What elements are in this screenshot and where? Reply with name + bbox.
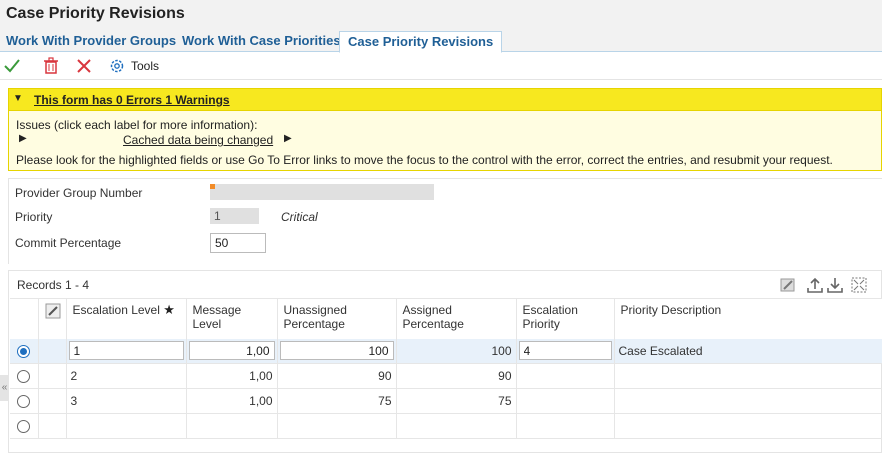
cancel-button[interactable] <box>75 57 93 77</box>
message-level-cell[interactable]: 1,00 <box>186 363 278 389</box>
issues-label: Issues (click each label for more inform… <box>16 118 258 132</box>
warning-panel: Issues (click each label for more inform… <box>8 111 882 171</box>
commit-percentage-input[interactable] <box>210 233 266 253</box>
escalation-level-input[interactable] <box>68 341 184 361</box>
escalation-level-cell[interactable]: 3 <box>66 388 187 414</box>
warning-header[interactable]: ▼ This form has 0 Errors 1 Warnings <box>8 88 882 111</box>
escalation-grid: Escalation Level ★ Message Level Unassig… <box>10 298 882 439</box>
grid-edit-button[interactable] <box>779 276 797 294</box>
priority-description-cell <box>614 413 882 439</box>
row-select-radio[interactable] <box>17 370 31 384</box>
escalation-level-cell[interactable] <box>66 413 187 439</box>
message-level-cell[interactable] <box>186 413 278 439</box>
tab-work-with-case-priorities[interactable]: Work With Case Priorities <box>182 32 341 52</box>
title-bar: Case Priority Revisions <box>0 0 882 30</box>
assigned-percentage-cell[interactable]: 90 <box>396 363 517 389</box>
download-icon <box>827 278 843 293</box>
trash-icon <box>44 57 58 74</box>
collapse-caret-icon[interactable]: ▼ <box>13 93 23 104</box>
column-header-escalation-level[interactable]: Escalation Level ★ <box>66 298 187 339</box>
column-header-assigned-percentage[interactable]: Assigned Percentage <box>396 298 517 339</box>
row-edit-column-header[interactable] <box>38 298 67 339</box>
table-row[interactable]: 100 Case Escalated <box>10 338 882 364</box>
gear-icon <box>110 59 124 73</box>
unassigned-percentage-cell[interactable] <box>277 413 397 439</box>
table-row[interactable]: 2 1,00 90 90 <box>10 363 882 389</box>
escalation-priority-cell[interactable] <box>516 388 615 414</box>
tools-label[interactable]: Tools <box>131 59 159 73</box>
row-select-radio[interactable] <box>17 344 31 358</box>
priority-label: Priority <box>15 210 53 224</box>
provider-group-field <box>210 184 434 200</box>
row-select-radio[interactable] <box>17 420 31 434</box>
column-header-priority-description[interactable]: Priority Description <box>614 298 882 339</box>
import-button[interactable] <box>826 276 844 294</box>
checkmark-icon <box>4 59 20 73</box>
fullscreen-button[interactable] <box>850 276 868 294</box>
warning-message: Please look for the highlighted fields o… <box>16 153 833 167</box>
grid-header-row: Escalation Level ★ Message Level Unassig… <box>10 298 882 339</box>
delete-button[interactable] <box>43 57 59 77</box>
expand-icon <box>851 277 867 293</box>
message-level-cell[interactable]: 1,00 <box>186 388 278 414</box>
column-header-message-level[interactable]: Message Level <box>186 298 278 339</box>
go-to-error-icon[interactable]: ▶ <box>284 133 292 144</box>
required-indicator <box>210 184 215 189</box>
row-select-radio[interactable] <box>17 395 31 409</box>
unassigned-percentage-input[interactable] <box>279 341 394 361</box>
tab-case-priority-revisions[interactable]: Case Priority Revisions <box>339 31 503 53</box>
escalation-priority-cell[interactable] <box>516 413 615 439</box>
unassigned-percentage-cell[interactable]: 90 <box>277 363 397 389</box>
tab-bar: Work With Provider Groups Work With Case… <box>0 30 882 53</box>
warning-summary[interactable]: This form has 0 Errors 1 Warnings <box>34 93 230 107</box>
assigned-percentage-cell[interactable] <box>396 413 517 439</box>
page-title: Case Priority Revisions <box>6 5 185 22</box>
assigned-percentage-cell[interactable]: 75 <box>396 388 517 414</box>
table-row[interactable]: 3 1,00 75 75 <box>10 388 882 414</box>
toolbar: Tools <box>0 53 882 80</box>
priority-description-cell <box>614 388 882 414</box>
tools-button[interactable] <box>108 57 126 77</box>
priority-description: Critical <box>281 210 318 224</box>
priority-description-cell: Case Escalated <box>614 338 882 364</box>
escalation-priority-input[interactable] <box>518 341 612 361</box>
table-row[interactable] <box>10 413 882 439</box>
export-button[interactable] <box>806 276 824 294</box>
edit-icon <box>45 303 60 319</box>
required-star-icon: ★ <box>163 302 175 317</box>
priority-description-cell <box>614 363 882 389</box>
expand-issue-icon[interactable]: ▶ <box>19 133 27 144</box>
edit-icon <box>780 278 795 292</box>
tab-work-with-provider-groups[interactable]: Work With Provider Groups <box>6 32 176 52</box>
unassigned-percentage-cell[interactable]: 75 <box>277 388 397 414</box>
select-column-header <box>10 298 39 339</box>
escalation-level-cell[interactable]: 2 <box>66 363 187 389</box>
assigned-percentage-cell[interactable]: 100 <box>396 338 517 364</box>
message-level-input[interactable] <box>188 341 275 361</box>
column-header-unassigned-percentage[interactable]: Unassigned Percentage <box>277 298 397 339</box>
escalation-priority-cell[interactable] <box>516 363 615 389</box>
provider-group-label: Provider Group Number <box>15 186 143 200</box>
column-header-escalation-priority[interactable]: Escalation Priority <box>516 298 615 339</box>
collapse-panel-handle[interactable]: « <box>0 375 9 401</box>
commit-percentage-label: Commit Percentage <box>15 236 122 250</box>
upload-icon <box>807 277 823 293</box>
ok-button[interactable] <box>3 57 21 77</box>
issue-link-cached-data[interactable]: Cached data being changed <box>123 133 273 147</box>
close-icon <box>77 59 91 73</box>
priority-field: 1 <box>210 208 259 224</box>
records-count: Records 1 - 4 <box>17 278 90 292</box>
